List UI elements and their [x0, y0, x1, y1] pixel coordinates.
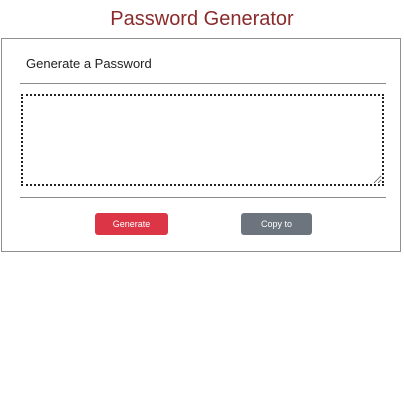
- page: Password Generator Generate a Password G…: [0, 0, 404, 404]
- copy-to-clipboard-button[interactable]: Copy to Clipboard: [241, 213, 312, 251]
- card-header: Generate a Password: [26, 56, 152, 71]
- card-header-divider: [20, 83, 386, 84]
- password-card: Generate a Password Generate Password Co…: [1, 38, 401, 252]
- generate-password-button[interactable]: Generate Password: [95, 213, 168, 251]
- password-textarea[interactable]: [21, 94, 384, 186]
- card-footer-divider: [20, 197, 386, 198]
- page-title: Password Generator: [110, 8, 294, 30]
